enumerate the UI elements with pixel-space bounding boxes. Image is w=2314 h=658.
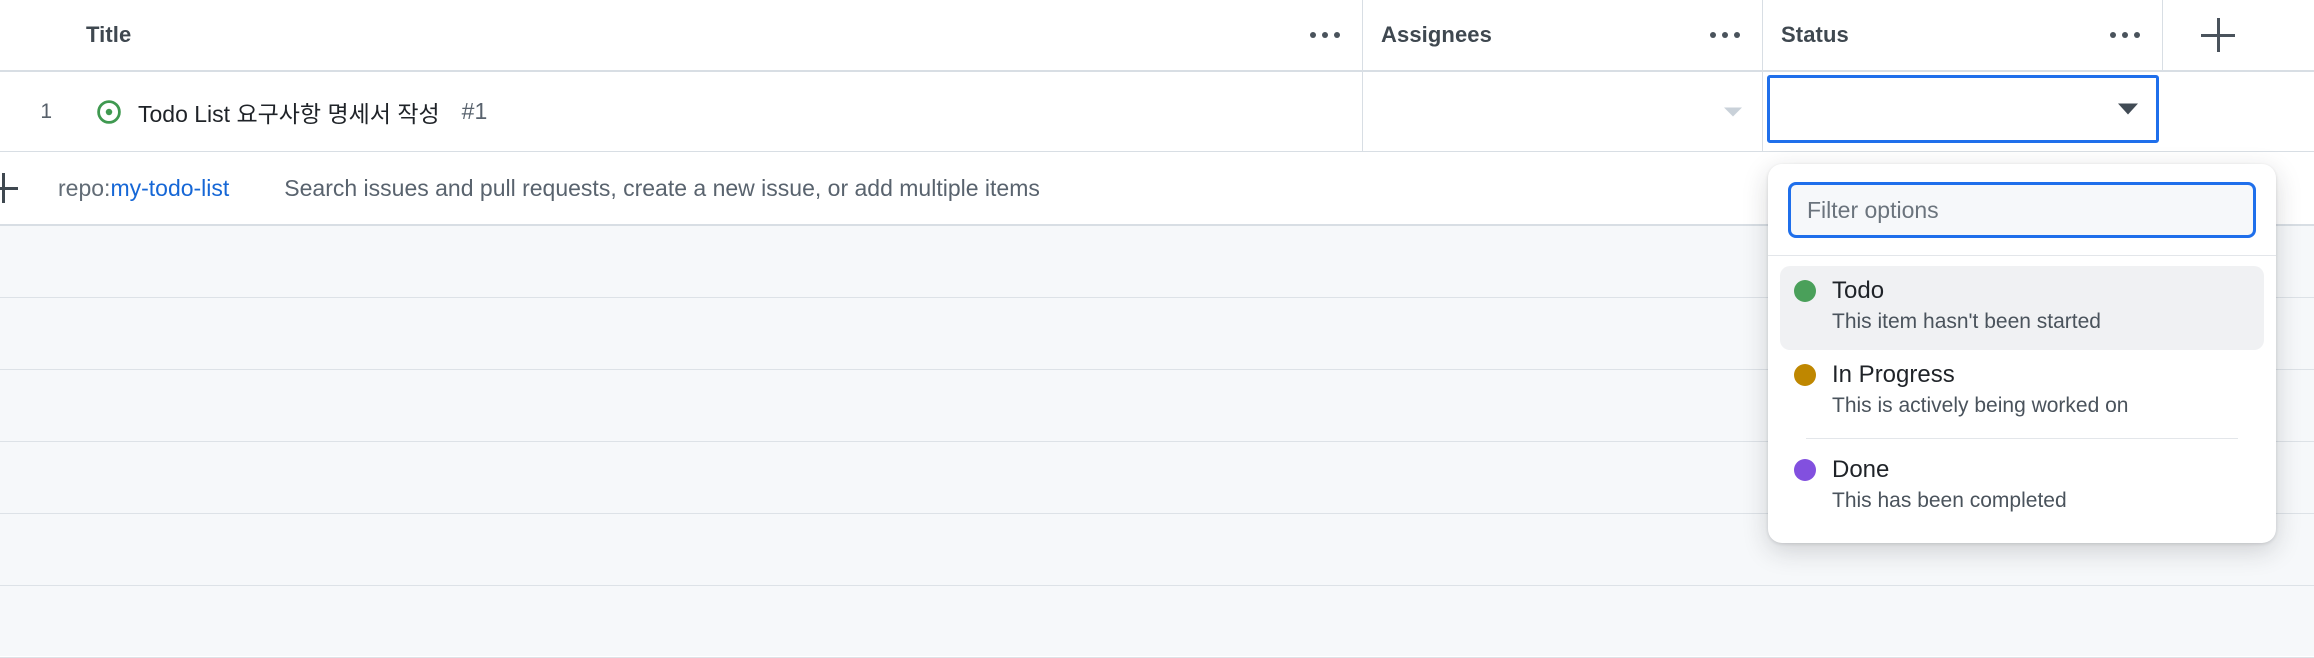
dropdown-divider <box>1806 437 2238 439</box>
status-option-done-head: Done <box>1794 456 2250 484</box>
add-item-search-input[interactable]: Search issues and pull requests, create … <box>284 175 1040 202</box>
dropdown-filter-area <box>1768 164 2276 256</box>
add-item-plus-icon[interactable] <box>0 173 18 203</box>
status-option-todo-head: Todo <box>1794 277 2250 305</box>
row-title-cell[interactable]: Todo List 요구사항 명세서 작성 #1 <box>70 72 1363 151</box>
status-color-dot-icon <box>1794 280 1816 302</box>
column-header-assignees-label: Assignees <box>1381 22 1492 47</box>
row-issue-number: #1 <box>461 98 488 124</box>
status-option-done-description: This has been completed <box>1832 488 2067 512</box>
status-option-todo[interactable]: Todo This item hasn't been started <box>1780 266 2264 350</box>
repo-filter-name: my-todo-list <box>110 174 230 201</box>
repo-filter-chip[interactable]: repo:my-todo-list <box>58 175 229 202</box>
project-table-board: Title Assignees Status 1 Todo List 요구사항 … <box>0 0 2314 658</box>
row-assignees-cell[interactable] <box>1363 72 1763 151</box>
column-menu-status-icon[interactable] <box>2106 26 2144 44</box>
repo-filter-prefix: repo: <box>58 174 111 201</box>
header-gutter <box>0 0 70 70</box>
row-number-cell: 1 <box>0 72 70 151</box>
row-title-text: Todo List 요구사항 명세서 작성 <box>138 100 440 127</box>
status-cell-editor[interactable] <box>1767 75 2159 143</box>
status-chevron-down-icon[interactable] <box>2118 103 2138 115</box>
assignees-chevron-down-icon[interactable] <box>1724 107 1742 116</box>
column-header-assignees[interactable]: Assignees <box>1363 0 1763 70</box>
status-option-in-progress-label: In Progress <box>1832 360 1955 388</box>
column-header-title[interactable]: Title <box>70 0 1363 70</box>
column-menu-title-icon[interactable] <box>1306 26 1344 44</box>
column-header-status-label: Status <box>1781 22 1849 47</box>
row-status-cell[interactable] <box>1763 72 2163 151</box>
table-header-row: Title Assignees Status <box>0 0 2314 72</box>
column-header-status[interactable]: Status <box>1763 0 2163 70</box>
status-option-todo-label: Todo <box>1832 277 1885 304</box>
status-options-dropdown: Todo This item hasn't been started In Pr… <box>1768 164 2276 543</box>
status-color-dot-icon <box>1794 363 1816 386</box>
status-option-done-label: Done <box>1832 455 1890 483</box>
column-menu-assignees-icon[interactable] <box>1706 26 1744 44</box>
empty-row <box>0 586 2314 658</box>
row-number: 1 <box>40 99 52 123</box>
row-tail-cell <box>2163 72 2314 151</box>
open-issue-icon <box>97 99 121 124</box>
status-color-dot-icon <box>1794 458 1816 481</box>
add-column-plus-icon[interactable] <box>2201 18 2235 52</box>
status-option-todo-description: This item hasn't been started <box>1832 310 2101 333</box>
status-options-list: Todo This item hasn't been started In Pr… <box>1768 256 2276 543</box>
add-column-cell[interactable] <box>2163 0 2314 70</box>
status-option-in-progress-description: This is actively being worked on <box>1832 393 2129 417</box>
status-option-in-progress-head: In Progress <box>1794 361 2250 389</box>
status-option-in-progress[interactable]: In Progress This is actively being worke… <box>1780 350 2264 434</box>
column-header-title-label: Title <box>86 22 132 47</box>
table-row: 1 Todo List 요구사항 명세서 작성 #1 <box>0 72 2314 152</box>
status-option-done[interactable]: Done This has been completed <box>1780 445 2264 529</box>
filter-options-input[interactable] <box>1788 182 2256 238</box>
